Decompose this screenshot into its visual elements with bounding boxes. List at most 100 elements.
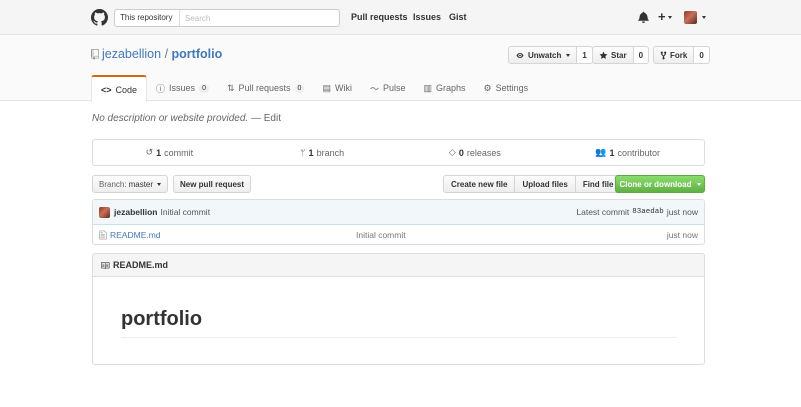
star-count[interactable]: 0 (633, 46, 650, 64)
search-box: This repository (114, 9, 340, 27)
file-commit-message-link[interactable]: Initial commit (356, 230, 406, 240)
gear-icon: ⚙ (483, 82, 492, 93)
contributors-count: 1 (609, 147, 615, 158)
issue-opened-icon: ⓘ (156, 83, 166, 94)
star-label: Star (611, 50, 627, 60)
search-scope-label: This repository (115, 10, 180, 26)
star-icon (599, 51, 608, 59)
releases-label: releases (466, 147, 501, 158)
contributors-label: contributor (617, 147, 660, 158)
tab-issues[interactable]: ⓘ Issues 0 (147, 75, 218, 101)
tab-issues-label: Issues (169, 83, 196, 93)
unwatch-button[interactable]: Unwatch (508, 46, 578, 64)
nav-issues[interactable]: Issues (413, 12, 441, 22)
nav-gist[interactable]: Gist (449, 12, 467, 22)
latest-commit: Latest commit 83aedab just now (576, 207, 698, 217)
git-branch-icon: ᛘ (300, 147, 306, 158)
branch-name: master (128, 179, 154, 189)
author-avatar[interactable] (99, 206, 110, 218)
tab-settings-label: Settings (495, 83, 529, 93)
commit-message-link[interactable]: Initial commit (160, 207, 210, 217)
commit-sha-link[interactable]: 83aedab (632, 208, 664, 216)
tab-code[interactable]: <> Code (91, 75, 148, 102)
create-new-file-button[interactable]: Create new file (443, 175, 516, 193)
file-age: just now (666, 230, 698, 240)
branches-count: 1 (308, 147, 314, 158)
description-text: No description or website provided. (92, 113, 249, 124)
readme-filename: README.md (113, 260, 169, 270)
user-avatar[interactable] (684, 11, 697, 24)
upload-files-button[interactable]: Upload files (514, 175, 576, 193)
notifications-bell-icon[interactable] (638, 11, 649, 23)
tab-graphs[interactable]: ▥ Graphs (415, 75, 475, 101)
tab-graphs-label: Graphs (436, 83, 466, 93)
chevron-down-icon (157, 182, 162, 186)
repo-header: jezabellion / portfolio Unwatch 1 Star 0… (0, 35, 801, 102)
graph-icon: ▥ (423, 82, 433, 93)
repo-title: jezabellion / portfolio (102, 47, 222, 61)
branch-prefix: Branch: (99, 179, 127, 189)
code-icon: <> (101, 84, 112, 95)
summary-branches[interactable]: ᛘ 1 branch (246, 140, 399, 165)
issues-counter: 0 (199, 83, 209, 93)
edit-description-link[interactable]: Edit (264, 113, 281, 124)
tab-wiki[interactable]: ▤ Wiki (313, 75, 361, 101)
readme-heading: portfolio (121, 308, 203, 330)
summary-commits[interactable]: ↺ 1 commit (93, 140, 246, 165)
pulse-icon: 〜 (369, 83, 379, 94)
star-button[interactable]: Star (592, 46, 634, 64)
history-icon: ↺ (145, 147, 154, 157)
repo-owner-link[interactable]: jezabellion (102, 47, 161, 61)
git-pull-request-icon: ⇅ (226, 82, 235, 93)
chevron-down-icon (696, 182, 701, 186)
watch-group: Unwatch 1 (508, 46, 593, 64)
new-pull-request-button[interactable]: New pull request (173, 175, 252, 193)
releases-count: 0 (458, 147, 464, 158)
branch-select-button[interactable]: Branch: master (92, 175, 169, 193)
tab-settings[interactable]: ⚙ Settings (475, 75, 538, 101)
readme-divider (121, 337, 677, 338)
eye-icon (516, 52, 524, 58)
fork-label: Fork (670, 50, 688, 60)
file-table: jezabellion Initial commit Latest commit… (92, 199, 705, 245)
chevron-down-icon[interactable] (702, 16, 706, 19)
repo-tabs: <> Code ⓘ Issues 0 ⇅ Pull requests 0 ▤ W… (91, 75, 538, 102)
pull-requests-counter: 0 (294, 83, 305, 93)
fork-count[interactable]: 0 (694, 46, 710, 64)
tab-pull-requests-label: Pull requests (238, 83, 291, 93)
organization-icon: 👥 (595, 147, 607, 157)
summary-releases[interactable]: ◇ 0 releases (399, 140, 552, 165)
description-dash: — (250, 113, 261, 124)
search-input[interactable] (181, 10, 335, 26)
branches-label: branch (316, 147, 345, 158)
readme-box: README.md portfolio (92, 253, 705, 365)
latest-commit-label: Latest commit (576, 207, 630, 217)
tab-pulse[interactable]: 〜 Pulse (361, 75, 415, 101)
site-header: This repository Pull requests Issues Gis… (0, 0, 801, 35)
file-text-icon (99, 230, 107, 240)
book-icon (101, 261, 110, 269)
unwatch-label: Unwatch (528, 50, 562, 60)
summary-contributors[interactable]: 👥 1 contributor (551, 140, 704, 165)
commit-age: just now (666, 207, 698, 217)
watch-count[interactable]: 1 (577, 46, 593, 64)
tab-code-label: Code (115, 84, 138, 95)
tab-pull-requests[interactable]: ⇅ Pull requests 0 (218, 75, 313, 101)
book-icon: ▤ (322, 82, 331, 93)
tab-pulse-label: Pulse (382, 83, 406, 93)
nav-pull-requests[interactable]: Pull requests (351, 12, 408, 22)
clone-or-download-button[interactable]: Clone or download (615, 175, 705, 193)
fork-group: Fork 0 (653, 46, 710, 64)
fork-button[interactable]: Fork (653, 46, 695, 64)
file-name-link[interactable]: README.md (110, 230, 161, 240)
tab-wiki-label: Wiki (334, 83, 352, 93)
repo-name-link[interactable]: portfolio (172, 47, 223, 61)
tag-icon: ◇ (448, 147, 456, 157)
commit-author-link[interactable]: jezabellion (114, 207, 157, 217)
fork-icon (660, 51, 667, 59)
create-new-plus-icon[interactable]: + (658, 10, 672, 23)
github-logo-icon[interactable] (91, 9, 108, 26)
repo-path-separator: / (164, 47, 169, 61)
repo-icon (91, 49, 99, 60)
repo-description: No description or website provided. — Ed… (92, 113, 281, 124)
